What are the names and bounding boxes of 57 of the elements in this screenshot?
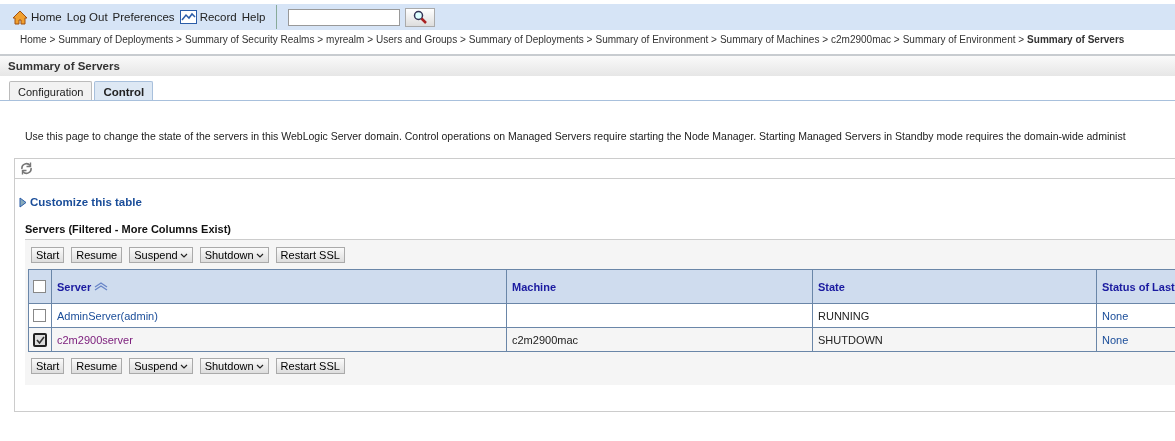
caret-icon bbox=[179, 363, 188, 369]
description-text: Use this page to change the state of the servers in this WebLogic Server domain. Control operations on Managed Servers require starting the Node Manager. Starting Managed Servers in Standby mode requires the domain-wide administ bbox=[24, 129, 1127, 144]
caret-icon bbox=[255, 363, 264, 369]
column-header[interactable]: State bbox=[818, 280, 845, 293]
breadcrumb-link[interactable]: Summary of Environment > bbox=[902, 34, 1025, 48]
server-link[interactable]: c2m2900server bbox=[57, 333, 133, 346]
select-all-checkbox[interactable] bbox=[33, 280, 46, 293]
toolbar-link[interactable]: Record bbox=[199, 11, 237, 23]
table-cell: SHUTDOWN bbox=[818, 333, 883, 346]
breadcrumb-link[interactable]: Summary of Machines > bbox=[719, 34, 828, 48]
column-header[interactable]: Machine bbox=[512, 280, 556, 293]
expand-triangle-icon bbox=[19, 196, 27, 208]
action-button[interactable]: Shutdown bbox=[199, 358, 269, 374]
breadcrumb-link[interactable]: Users and Groups > bbox=[376, 34, 466, 48]
refresh-icon[interactable] bbox=[20, 162, 33, 175]
toolbar-link[interactable]: Home bbox=[31, 11, 62, 23]
breadcrumb-link[interactable]: myrealm > bbox=[326, 34, 374, 48]
row-checkbox[interactable] bbox=[33, 309, 46, 322]
page-title: Summary of Servers bbox=[0, 54, 1175, 76]
action-button[interactable]: Resume bbox=[71, 358, 123, 374]
breadcrumb-link[interactable]: Summary of Environment > bbox=[595, 34, 717, 48]
action-button[interactable]: Shutdown bbox=[199, 247, 269, 263]
breadcrumb-link[interactable]: Summary of Security Realms > bbox=[184, 34, 324, 48]
action-button[interactable]: Restart SSL bbox=[275, 247, 345, 263]
toolbar-link[interactable]: Log Out bbox=[66, 11, 108, 23]
breadcrumb-link[interactable]: Home > bbox=[20, 34, 56, 48]
home-icon bbox=[12, 9, 28, 25]
search-field[interactable] bbox=[288, 8, 401, 26]
search-button[interactable] bbox=[405, 7, 436, 27]
breadcrumb-link[interactable]: Summary of Deployments > bbox=[58, 34, 182, 48]
customize-link[interactable]: Customize this table bbox=[30, 196, 142, 208]
caret-icon bbox=[255, 252, 264, 258]
search-icon bbox=[413, 10, 428, 24]
breadcrumb-link[interactable]: Summary of Deployments > bbox=[468, 34, 593, 48]
table-cell: c2m2900mac bbox=[512, 333, 579, 346]
action-button[interactable]: Restart SSL bbox=[275, 358, 345, 374]
chart-icon bbox=[179, 10, 197, 24]
action-button[interactable]: Start bbox=[31, 247, 65, 263]
tab[interactable]: Control bbox=[94, 81, 154, 100]
breadcrumb-link[interactable]: c2m2900mac > bbox=[831, 34, 900, 48]
table-title: Servers (Filtered - More Columns Exist) bbox=[25, 223, 232, 235]
caret-icon bbox=[179, 252, 188, 258]
action-button[interactable]: Resume bbox=[71, 247, 123, 263]
action-button[interactable]: Start bbox=[31, 358, 65, 374]
action-button[interactable]: Suspend bbox=[129, 358, 193, 374]
column-header[interactable]: Server bbox=[57, 280, 109, 293]
breadcrumb-current: Summary of Servers bbox=[1027, 34, 1125, 47]
table-cell: RUNNING bbox=[818, 309, 870, 322]
sort-up-icon bbox=[94, 282, 109, 291]
row-checkbox[interactable] bbox=[33, 332, 47, 347]
table-cell: None bbox=[1102, 309, 1129, 322]
action-button[interactable]: Suspend bbox=[129, 247, 193, 263]
table-cell: None bbox=[1102, 333, 1129, 346]
tab[interactable]: Configuration bbox=[9, 81, 93, 100]
server-link[interactable]: AdminServer(admin) bbox=[57, 309, 158, 322]
toolbar-link[interactable]: Preferences bbox=[112, 11, 175, 23]
toolbar-link[interactable]: Help bbox=[241, 11, 266, 23]
